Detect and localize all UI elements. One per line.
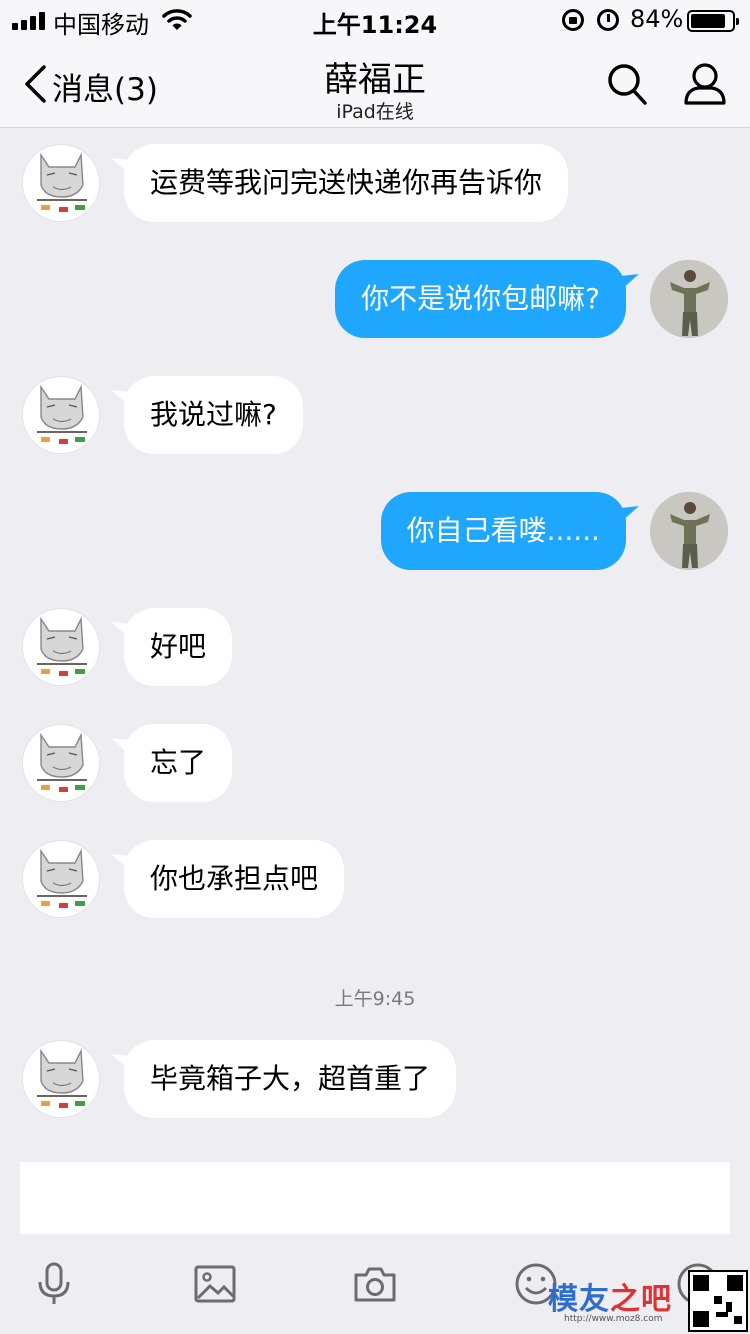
microphone-icon[interactable] xyxy=(32,1262,76,1306)
message-input[interactable] xyxy=(20,1162,730,1234)
battery-icon xyxy=(687,10,739,32)
battery-percent: 84% xyxy=(630,5,684,33)
message-text: 好吧 xyxy=(150,630,207,663)
contact-avatar[interactable] xyxy=(22,144,100,222)
received-message-bubble[interactable]: 运费等我问完送快递你再告诉你 xyxy=(124,144,569,222)
message-text: 我说过嘛? xyxy=(150,398,277,431)
contact-avatar[interactable] xyxy=(22,608,100,686)
bubble-tail xyxy=(111,622,129,638)
watermark-accent: 之吧 xyxy=(610,1282,672,1317)
alarm-icon xyxy=(597,9,619,31)
sent-message-bubble[interactable]: 你自己看喽...... xyxy=(380,492,626,570)
contact-avatar[interactable] xyxy=(22,376,100,454)
watermark-url: http://www.moz8.com xyxy=(564,1314,663,1324)
contact-avatar[interactable] xyxy=(22,1040,100,1118)
received-message-bubble[interactable]: 毕竟箱子大，超首重了 xyxy=(124,1040,457,1118)
bubble-tail xyxy=(111,854,129,870)
bubble-tail xyxy=(111,158,129,174)
message-text: 毕竟箱子大，超首重了 xyxy=(150,1062,431,1095)
watermark-logo: 模友之吧 http://www.moz8.com xyxy=(548,1268,750,1334)
bubble-tail xyxy=(111,390,129,406)
rotation-lock-icon xyxy=(562,9,584,31)
message-text: 你也承担点吧 xyxy=(150,862,319,895)
bubble-tail xyxy=(111,1054,129,1070)
received-message-bubble[interactable]: 忘了 xyxy=(124,724,233,802)
bubble-tail xyxy=(111,738,129,754)
image-icon[interactable] xyxy=(193,1262,237,1306)
navigation-bar: 消息(3) 薛福正 iPad在线 xyxy=(0,40,750,128)
message-text: 运费等我问完送快递你再告诉你 xyxy=(150,166,543,199)
message-text: 你自己看喽...... xyxy=(406,514,600,547)
contact-avatar[interactable] xyxy=(22,840,100,918)
camera-icon[interactable] xyxy=(353,1262,397,1306)
received-message-bubble[interactable]: 好吧 xyxy=(124,608,233,686)
message-timestamp: 上午9:45 xyxy=(334,988,416,1010)
sent-message-bubble[interactable]: 你不是说你包邮嘛? xyxy=(335,260,626,338)
bubble-tail xyxy=(621,274,639,290)
profile-icon[interactable] xyxy=(683,62,727,106)
bubble-tail xyxy=(621,506,639,522)
contact-avatar[interactable] xyxy=(22,724,100,802)
received-message-bubble[interactable]: 你也承担点吧 xyxy=(124,840,345,918)
qr-code-icon xyxy=(688,1270,748,1332)
search-icon[interactable] xyxy=(606,62,648,106)
my-avatar[interactable] xyxy=(650,260,728,338)
received-message-bubble[interactable]: 我说过嘛? xyxy=(124,376,303,454)
message-text: 你不是说你包邮嘛? xyxy=(361,282,600,315)
my-avatar[interactable] xyxy=(650,492,728,570)
status-bar: 中国移动 上午11:24 84% xyxy=(0,0,750,40)
watermark-text: 模友 xyxy=(548,1282,610,1317)
message-text: 忘了 xyxy=(150,746,207,779)
